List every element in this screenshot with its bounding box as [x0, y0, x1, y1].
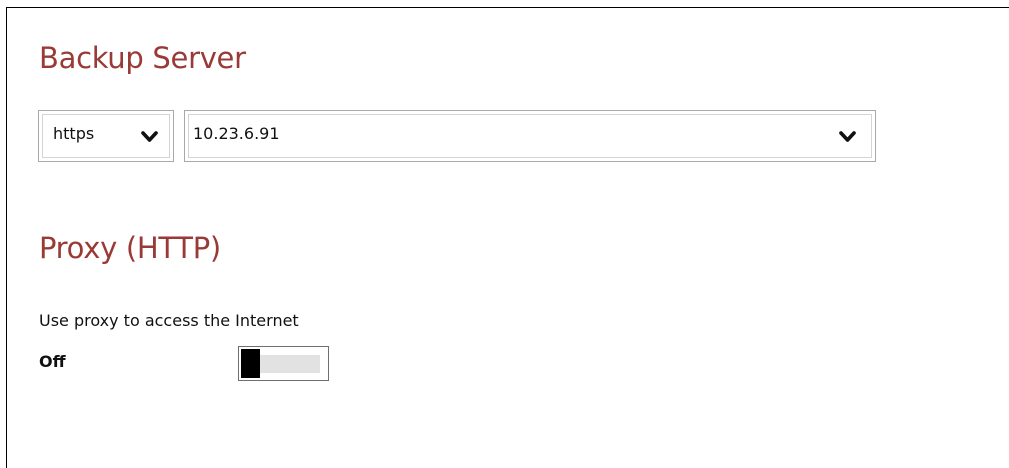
backup-server-title: Backup Server [39, 41, 246, 75]
use-proxy-label: Use proxy to access the Internet [39, 311, 299, 330]
proxy-state-label: Off [39, 352, 66, 371]
protocol-select[interactable]: https [38, 110, 174, 162]
server-select-inner [188, 114, 872, 158]
protocol-select-value: https [53, 124, 95, 143]
chevron-down-icon [839, 131, 856, 142]
server-address-value: 10.23.6.91 [193, 124, 280, 143]
toggle-track [260, 355, 320, 373]
server-address-select[interactable]: 10.23.6.91 [184, 110, 876, 162]
proxy-title: Proxy (HTTP) [39, 231, 221, 265]
chevron-down-icon [141, 131, 158, 142]
toggle-knob[interactable] [241, 349, 260, 378]
proxy-toggle[interactable] [238, 346, 329, 381]
